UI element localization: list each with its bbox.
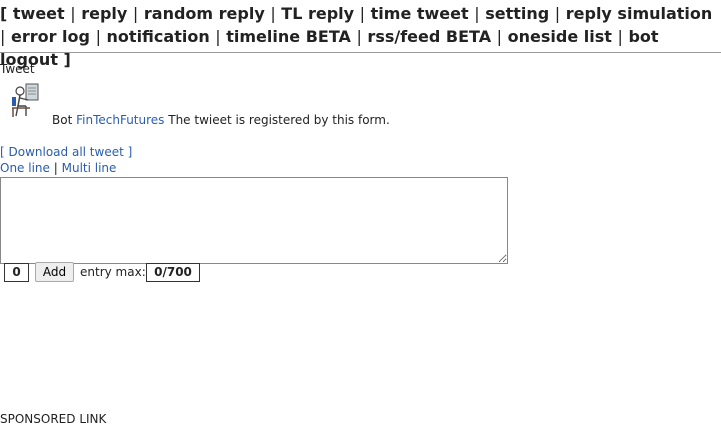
- nav-time-tweet[interactable]: time tweet: [371, 4, 469, 23]
- nav-reply[interactable]: reply: [81, 4, 127, 23]
- bot-prefix: Bot: [52, 113, 73, 127]
- mode-separator: |: [53, 161, 58, 175]
- bot-info: Bot FinTechFutures The twieet is registe…: [52, 113, 390, 127]
- one-line-link[interactable]: One line: [0, 161, 50, 175]
- entry-max-label: entry max:: [80, 265, 146, 279]
- bot-name: FinTechFutures: [76, 113, 165, 127]
- character-counter: 0: [4, 263, 29, 282]
- nav-setting[interactable]: setting: [485, 4, 549, 23]
- section-title: Tweet: [0, 62, 35, 76]
- nav-random-reply[interactable]: random reply: [144, 4, 265, 23]
- download-all-tweet-link[interactable]: [ Download all tweet ]: [0, 145, 132, 159]
- nav-reply-simulation[interactable]: reply simulation: [566, 4, 713, 23]
- nav-rss-feed-beta[interactable]: rss/feed BETA: [367, 27, 491, 46]
- divider: [0, 52, 721, 53]
- nav-oneside-list[interactable]: oneside list: [508, 27, 612, 46]
- top-navigation: [ tweet | reply | random reply | TL repl…: [0, 4, 713, 69]
- bot-avatar-icon: [12, 83, 39, 117]
- nav-notification[interactable]: notification: [107, 27, 210, 46]
- tweet-textarea[interactable]: [0, 177, 508, 264]
- add-button[interactable]: Add: [35, 262, 74, 282]
- nav-tl-reply[interactable]: TL reply: [281, 4, 354, 23]
- entry-max-value: 0/700: [146, 263, 200, 282]
- nav-error-log[interactable]: error log: [11, 27, 90, 46]
- nav-open-bracket: [: [0, 4, 8, 23]
- bot-description: The twieet is registered by this form.: [168, 113, 390, 127]
- nav-tweet[interactable]: tweet: [13, 4, 65, 23]
- multi-line-link[interactable]: Multi line: [62, 161, 117, 175]
- sponsored-link-label: SPONSORED LINK: [0, 412, 107, 426]
- input-mode-switch: One line | Multi line: [0, 161, 116, 175]
- nav-timeline-beta[interactable]: timeline BETA: [226, 27, 351, 46]
